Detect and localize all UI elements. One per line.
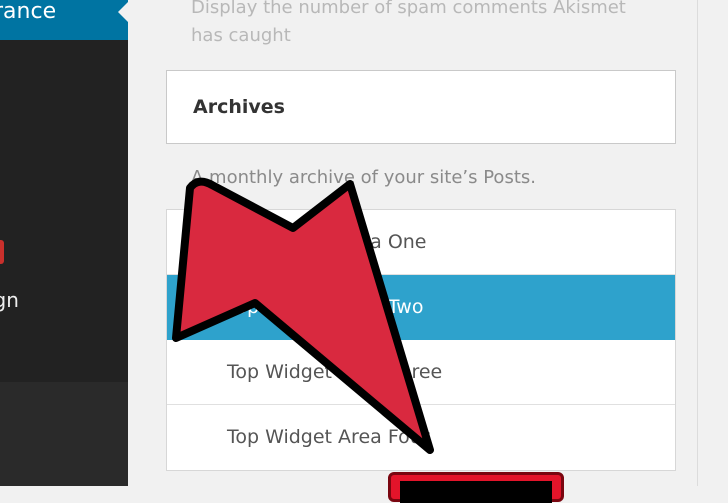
archives-widget-description: A monthly archive of your site’s Posts. [191,167,536,188]
archives-widget[interactable]: Archives [166,70,676,144]
widget-area-option[interactable]: Top Widget Area One [167,210,675,275]
sidebar-item-label: rance [0,0,57,24]
akismet-widget-description: Display the number of spam comments Akis… [191,0,626,46]
widget-area-option[interactable]: Top Widget Area Three [167,340,675,405]
design-icon [0,240,4,264]
widget-area-list: Top Widget Area One Top Widget Area Two … [166,209,676,471]
widget-area-option[interactable]: Top Widget Area Four [167,405,675,470]
check-icon [185,296,211,318]
admin-sidebar: rance ign [0,0,128,486]
add-widget-button[interactable] [388,472,564,503]
widget-area-label: Top Widget Area Two [227,296,424,318]
widget-area-label: Top Widget Area Three [227,361,443,383]
widget-area-option-selected[interactable]: Top Widget Area Two [167,275,675,340]
button-face [400,481,552,503]
sidebar-item-appearance[interactable]: rance [0,0,128,40]
active-indicator [118,2,128,22]
widget-area-label: Top Widget Area Four [227,426,430,448]
sidebar-lower-section [0,382,128,486]
panel-edge [697,0,698,486]
widget-title: Archives [193,96,285,118]
sidebar-item-design[interactable]: ign [0,286,19,314]
widget-area-label: Top Widget Area One [227,231,427,253]
